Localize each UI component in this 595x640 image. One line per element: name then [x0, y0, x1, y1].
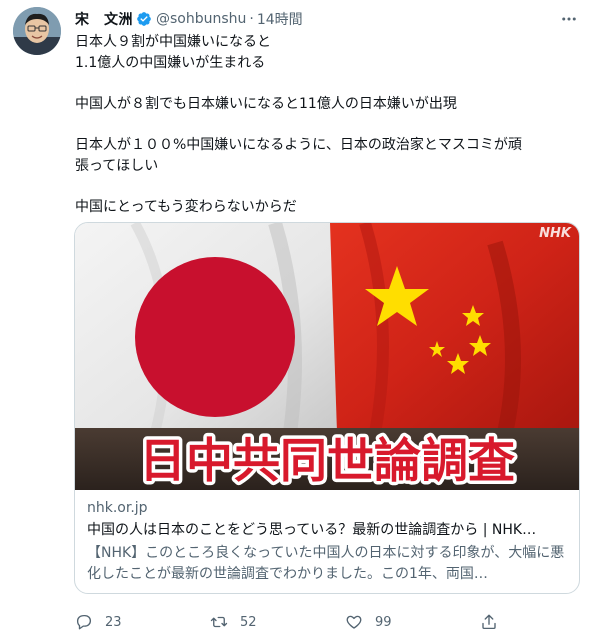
card-domain: nhk.or.jp	[87, 500, 148, 516]
author-handle[interactable]: @sohbunshu	[156, 11, 246, 27]
card-description: 【NHK】このところ良くなっていた中国人の日本に対する印象が、大幅に悪化したこと…	[87, 545, 565, 582]
tweet-line: 中国にとってもう変わらないからだ	[75, 199, 297, 215]
retweet-icon	[210, 616, 228, 628]
like-count: 99	[375, 614, 392, 630]
retweet-count: 52	[240, 614, 257, 630]
tweet-header: 宋 文洲 @sohbunshu · 14時間	[75, 9, 555, 29]
tweet[interactable]: 宋 文洲 @sohbunshu · 14時間 日本人９割が中国嫌いになると 1.…	[0, 0, 595, 640]
author-name[interactable]: 宋 文洲	[75, 9, 133, 29]
header-separator: ·	[249, 11, 254, 27]
tweet-line: 日本人が１００%中国嫌いになるように、日本の政治家とマスコミが頑	[75, 137, 522, 153]
retweet-button[interactable]: 52	[210, 613, 345, 631]
heart-icon	[346, 615, 362, 629]
avatar-image	[13, 7, 61, 55]
share-button[interactable]	[480, 613, 510, 631]
tweet-line: 張ってほしい	[75, 158, 159, 174]
japan-flag-sun	[135, 257, 295, 417]
card-title: 中国の人は日本のことをどう思っている？最新の世論調査から | NHK…	[87, 522, 537, 538]
more-icon[interactable]	[559, 9, 579, 29]
like-button[interactable]: 99	[345, 613, 480, 631]
tweet-line: 日本人９割が中国嫌いになると	[75, 34, 271, 50]
reply-icon	[76, 614, 92, 630]
card-image: 日中共同世論調査 日中共同世論調査 NHK	[75, 223, 579, 490]
avatar[interactable]	[13, 7, 61, 55]
timestamp[interactable]: 14時間	[257, 9, 303, 29]
tweet-line: 1.1億人の中国嫌いが生まれる	[75, 55, 266, 71]
card-watermark: NHK	[539, 226, 572, 241]
card-banner-text: 日中共同世論調査	[139, 434, 515, 489]
card-text: nhk.or.jp 中国の人は日本のことをどう思っている？最新の世論調査から |…	[87, 498, 567, 585]
reply-button[interactable]: 23	[75, 613, 210, 631]
link-card[interactable]: 日中共同世論調査 日中共同世論調査 NHK nhk.or.jp 中国の人は日本の…	[74, 222, 580, 594]
share-icon	[482, 614, 496, 630]
tweet-line: 中国人が８割でも日本嫌いになると11億人の日本嫌いが出現	[75, 96, 457, 112]
reply-count: 23	[105, 614, 122, 630]
verified-badge-icon	[136, 11, 152, 27]
tweet-text: 日本人９割が中国嫌いになると 1.1億人の中国嫌いが生まれる 中国人が８割でも日…	[75, 32, 575, 218]
tweet-actions: 23 52 99	[75, 610, 515, 634]
